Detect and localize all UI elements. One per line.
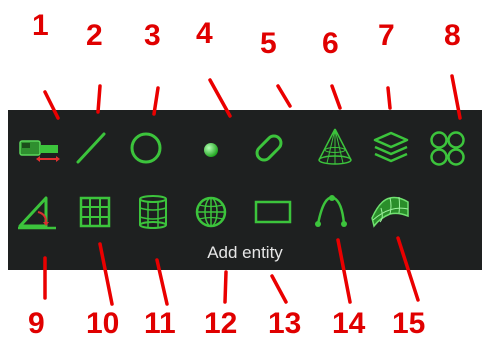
callout-number-11: 11 — [144, 307, 176, 338]
callout-arrow-13 — [270, 274, 288, 304]
callout-number-1: 1 — [32, 9, 49, 42]
callout-number-3: 3 — [144, 19, 161, 52]
callout-arrow-7 — [386, 86, 392, 110]
callout-arrow-5 — [276, 84, 292, 108]
callout-number-14: 14 — [332, 307, 366, 338]
callout-number-7: 7 — [378, 19, 395, 52]
callout-arrow-14 — [336, 238, 352, 304]
callout-arrow-11 — [155, 258, 169, 306]
callout-number-5: 5 — [260, 27, 277, 60]
callout-numbers: 1 2 3 4 5 6 7 8 9 10 11 12 13 14 15 — [28, 9, 461, 338]
callout-arrows — [43, 74, 462, 306]
callout-number-6: 6 — [322, 27, 339, 60]
callout-arrow-3 — [152, 86, 160, 116]
callout-arrow-15 — [396, 236, 420, 302]
callout-arrow-8 — [450, 74, 462, 120]
callout-number-8: 8 — [444, 19, 461, 52]
callout-number-15: 15 — [392, 307, 425, 338]
callout-arrow-1 — [43, 90, 60, 120]
callout-arrow-10 — [98, 242, 114, 306]
callout-number-4: 4 — [196, 17, 213, 50]
callout-number-12: 12 — [204, 307, 237, 338]
callout-arrow-12 — [223, 270, 228, 304]
callout-number-9: 9 — [28, 307, 45, 338]
callout-number-2: 2 — [86, 19, 103, 52]
callout-number-10: 10 — [86, 307, 119, 338]
callout-arrow-2 — [96, 84, 102, 114]
annotation-overlay: 1 2 3 4 5 6 7 8 9 10 11 12 13 14 15 — [28, 9, 462, 338]
callout-number-13: 13 — [268, 307, 301, 338]
callout-arrow-4 — [208, 78, 232, 118]
callout-arrow-6 — [330, 84, 342, 110]
